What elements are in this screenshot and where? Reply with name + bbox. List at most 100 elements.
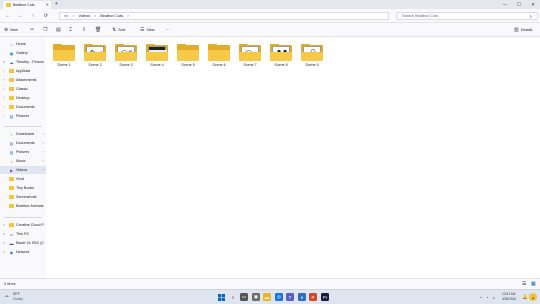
sidebar-item-tiny-books[interactable]: Tiny Books xyxy=(0,184,46,192)
sidebar-item-appdata[interactable]: › AppData xyxy=(0,67,46,75)
widgets-icon[interactable]: ▣ xyxy=(252,293,260,301)
sidebar-item-videos[interactable]: ▶ Videos ⊣ xyxy=(0,166,46,174)
start-icon[interactable] xyxy=(217,293,225,301)
details-view-icon[interactable]: ☰ xyxy=(522,281,526,287)
clock-date[interactable]: 4/26/2024 xyxy=(502,297,516,301)
refresh-button[interactable]: ⟳ xyxy=(42,12,50,20)
sidebar-item-classic[interactable]: › Classic xyxy=(0,85,46,93)
pin-icon[interactable]: ⊣ xyxy=(41,159,44,163)
chevron-right-icon[interactable]: › xyxy=(3,87,4,91)
folder-item[interactable]: Scene 2 xyxy=(81,44,109,74)
chevron-down-icon[interactable]: v xyxy=(3,232,5,236)
sidebar-item-gallery[interactable]: ▣ Gallery xyxy=(0,49,46,57)
pin-icon[interactable]: ⊣ xyxy=(41,132,44,136)
weather-temp: 59°F xyxy=(13,292,20,296)
folder-item[interactable]: Scene 9 xyxy=(298,44,326,74)
folder-item[interactable]: Scene 7 xyxy=(236,44,264,74)
chevron-right-icon[interactable]: > xyxy=(3,223,5,227)
more-options-button[interactable]: ··· xyxy=(166,26,170,34)
sidebar-item-downloads[interactable]: ↓ Downloads ⊣ xyxy=(0,130,46,138)
search-box[interactable]: Search Beatbox Cuts ⌕ xyxy=(396,12,538,20)
folder-item[interactable]: Scene 3 xyxy=(112,44,140,74)
copilot-icon[interactable]: ◕ xyxy=(529,293,537,301)
share-button[interactable]: ⇪ xyxy=(82,26,86,34)
weather-icon[interactable]: ☁ xyxy=(4,293,9,299)
sidebar-item-attachments[interactable]: › Attachments xyxy=(0,76,46,84)
tray-chevron-icon[interactable]: ^ xyxy=(480,295,482,300)
task-view-icon[interactable]: ▭ xyxy=(240,293,248,301)
browser-icon[interactable]: ◎ xyxy=(275,293,283,301)
sidebar-item-documents-onedrive[interactable]: › Documents xyxy=(0,103,46,111)
pc-icon: ▭ xyxy=(9,231,14,237)
details-button[interactable]: ▥ Details xyxy=(514,26,532,34)
app-icon[interactable]: P xyxy=(309,293,317,301)
up-button[interactable]: ↑ xyxy=(29,12,37,20)
chevron-right-icon[interactable]: › xyxy=(3,69,4,73)
maximize-button[interactable]: ☐ xyxy=(512,0,526,9)
view-button[interactable]: ☰ View xyxy=(140,26,155,34)
sidebar-item-screenshots[interactable]: Screenshots xyxy=(0,193,46,201)
clock-time[interactable]: 10:51 AM xyxy=(502,292,515,296)
wifi-icon[interactable]: ◔ xyxy=(486,295,488,300)
folder-item[interactable]: Scene 1 xyxy=(50,44,78,74)
sidebar-item-desktop[interactable]: › Desktop xyxy=(0,94,46,102)
folder-item[interactable]: Scene 8 xyxy=(267,44,295,74)
breadcrumb-videos[interactable]: Videos xyxy=(78,14,90,18)
rename-button[interactable]: ⌶ xyxy=(69,26,72,34)
music-icon: ♪ xyxy=(10,158,13,164)
file-view[interactable]: Scene 1 Scene 2 Scene 3 Scene 4 Scene 5 … xyxy=(46,37,540,278)
premiere-icon[interactable]: Pr xyxy=(321,293,329,301)
chevron-down-icon[interactable]: v xyxy=(3,60,5,64)
edge-icon[interactable]: e xyxy=(298,293,306,301)
chevron-right-icon[interactable]: › xyxy=(3,78,4,82)
plus-icon: ⊕ xyxy=(4,27,9,33)
paste-button[interactable]: ▤ xyxy=(56,26,61,34)
gallery-icon: ▣ xyxy=(9,50,14,56)
chevron-right-icon[interactable]: › xyxy=(3,114,4,118)
close-button[interactable]: ✕ xyxy=(526,0,540,9)
folder-item[interactable]: Scene 6 xyxy=(205,44,233,74)
notification-icon[interactable]: 🔔 xyxy=(522,294,528,300)
sidebar-item-this-pc[interactable]: v ▭ This PC xyxy=(0,230,46,238)
sidebar-item-vivid[interactable]: Vivid xyxy=(0,175,46,183)
chevron-right-icon[interactable]: > xyxy=(3,241,5,245)
forward-button[interactable]: → xyxy=(16,12,24,20)
chevron-right-icon[interactable]: › xyxy=(3,105,4,109)
delete-button[interactable]: 🗑 xyxy=(95,26,101,34)
pin-icon[interactable]: ⊣ xyxy=(41,168,44,172)
new-tab-button[interactable]: + xyxy=(55,1,58,7)
sidebar-item-creative-cloud[interactable]: > Creative Cloud Files xyxy=(0,221,46,229)
folder-item[interactable]: Scene 5 xyxy=(174,44,202,74)
pin-icon[interactable]: ⊣ xyxy=(41,141,44,145)
sidebar-item-pictures[interactable]: ▨ Pictures ⊣ xyxy=(0,148,46,156)
new-button[interactable]: ⊕ New xyxy=(4,26,18,34)
sidebar-item-pictures-onedrive[interactable]: › ▨ Pictures xyxy=(0,112,46,120)
back-button[interactable]: ← xyxy=(4,12,12,20)
sidebar-item-c-drive[interactable]: > ▬ Blade 15 SSD (C:) xyxy=(0,239,46,247)
minimize-button[interactable]: — xyxy=(498,0,512,9)
tab-close-icon[interactable]: ✕ xyxy=(46,2,49,7)
sidebar-item-onedrive[interactable]: v ☁ Timothy - Personal xyxy=(0,58,46,66)
sidebar-item-home[interactable]: ⌂ Home xyxy=(0,40,46,48)
file-explorer-icon[interactable]: ▬ xyxy=(263,293,271,301)
sidebar-item-network[interactable]: > ◉ Network xyxy=(0,248,46,256)
chevron-right-icon[interactable]: > xyxy=(3,250,5,254)
sidebar-item-documents[interactable]: ▤ Documents ⊣ xyxy=(0,139,46,147)
tiles-view-icon[interactable]: ▦ xyxy=(531,281,536,287)
search-input[interactable]: Search Beatbox Cuts xyxy=(402,14,438,18)
sort-button[interactable]: ⇅ Sort xyxy=(112,26,125,34)
sidebar-item-beatbox-animals[interactable]: Beatbox Animals 1 xyxy=(0,202,46,210)
volume-icon[interactable]: ♫ xyxy=(492,295,495,300)
cut-button[interactable]: ✂ xyxy=(30,26,34,34)
copy-button[interactable]: ❐ xyxy=(43,26,47,34)
tab-beatbox-cuts[interactable]: Beatbox Cuts ✕ xyxy=(3,1,51,9)
folder-item[interactable]: Scene 4 xyxy=(143,44,171,74)
chevron-right-icon[interactable]: › xyxy=(3,96,4,100)
teams-icon[interactable]: T xyxy=(286,293,294,301)
address-bar[interactable]: ▭ > Videos > Beatbox Cuts > xyxy=(59,12,389,20)
breadcrumb-beatbox-cuts[interactable]: Beatbox Cuts xyxy=(100,14,123,18)
folder-icon xyxy=(9,195,14,199)
search-icon[interactable]: ⌕ xyxy=(229,293,237,301)
pin-icon[interactable]: ⊣ xyxy=(41,150,44,154)
sidebar-item-music[interactable]: ♪ Music ⊣ xyxy=(0,157,46,165)
